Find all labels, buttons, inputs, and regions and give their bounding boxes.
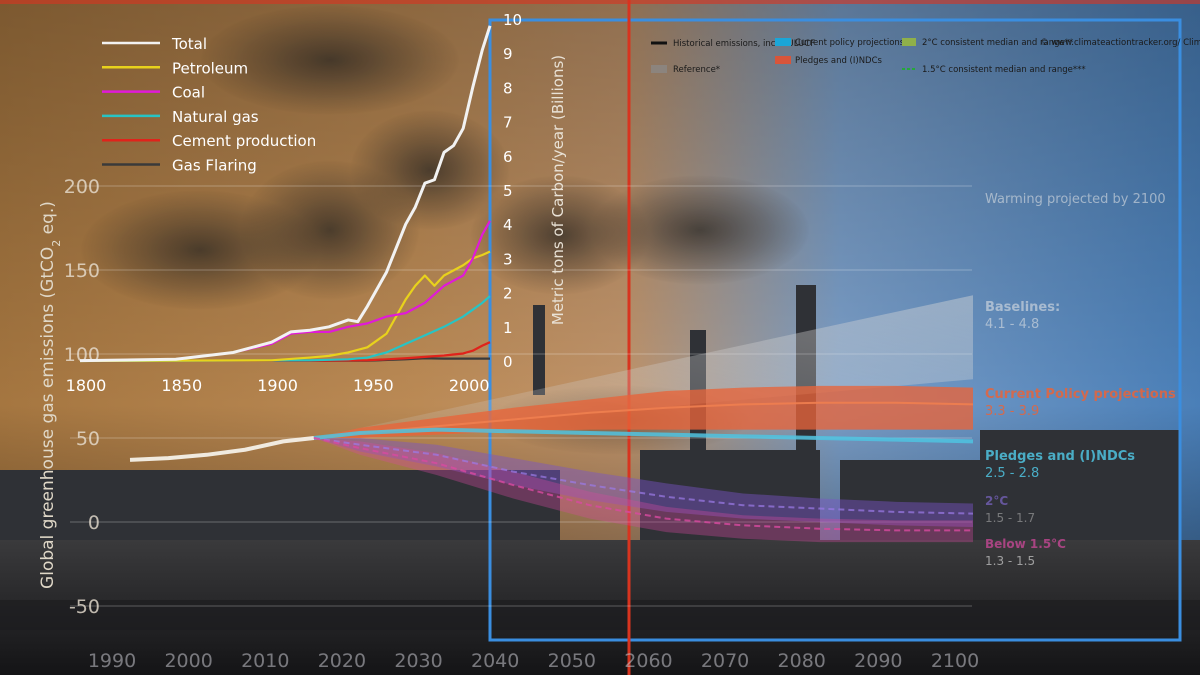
ghg-x-tick: 2020	[318, 650, 366, 672]
legend-label-gas-flaring: Gas Flaring	[172, 157, 257, 175]
annotation-baselines-value: 4.1 - 4.8	[985, 317, 1039, 332]
carbon-x-tick: 1850	[161, 376, 202, 395]
carbon-y-tick: 7	[503, 114, 513, 132]
carbon-y-tick: 6	[503, 148, 513, 166]
carbon-y-axis-title: Metric tons of Carbon/year (Billions)	[549, 55, 567, 325]
annotation-current-policy-value: 3.3 - 3.9	[985, 404, 1039, 419]
legend-pledges: Pledges and (I)NDCs	[795, 56, 883, 66]
annotation-current-policy-title: Current Policy projections	[985, 387, 1176, 402]
legend-1-5c: 1.5°C consistent median and range***	[922, 65, 1086, 75]
carbon-y-tick: 1	[503, 319, 513, 337]
legend-label-coal: Coal	[172, 84, 205, 102]
ghg-x-tick: 2040	[471, 650, 519, 672]
legend-label-cement-production: Cement production	[172, 132, 316, 150]
emissions-composite-chart: -50050100150200 1990 2000 2010 2020 2030 2040…	[0, 0, 1200, 675]
ghg-x-tick: 2030	[394, 650, 442, 672]
carbon-y-tick: 0	[503, 353, 513, 371]
legend-label-petroleum: Petroleum	[172, 59, 248, 77]
carbon-x-tick: 1900	[257, 376, 298, 395]
legend-reference: Reference*	[673, 65, 720, 75]
ghg-y-tick: 50	[76, 428, 100, 450]
ghg-y-tick: 0	[88, 512, 100, 534]
carbon-y-tick: 2	[503, 285, 513, 303]
ghg-x-tick: 2000	[164, 650, 212, 672]
annotation-warming-title: Warming projected by 2100	[985, 192, 1166, 207]
annotation-1-5c-title: Below 1.5°C	[985, 537, 1066, 551]
annotation-2c-title: 2°C	[985, 494, 1008, 508]
ghg-x-tick: 2070	[701, 650, 749, 672]
ghg-x-tick: 2010	[241, 650, 289, 672]
carbon-y-tick: 10	[503, 11, 522, 29]
annotation-pledges-title: Pledges and (I)NDCs	[985, 449, 1135, 464]
carbon-x-tick: 1800	[66, 376, 107, 395]
carbon-y-tick: 4	[503, 216, 513, 234]
carbon-y-tick: 9	[503, 45, 513, 63]
ghg-y-tick: 100	[64, 344, 100, 366]
ghg-y-tick: -50	[69, 596, 100, 618]
credit-text: © www.climateactiontracker.org/ Climate …	[1040, 38, 1200, 48]
carbon-y-tick: 8	[503, 79, 513, 97]
legend-current-policy: Current policy projections	[795, 38, 905, 48]
annotation-1-5c-value: 1.3 - 1.5	[985, 554, 1035, 568]
carbon-x-tick: 1950	[353, 376, 394, 395]
legend-label-total: Total	[171, 35, 207, 53]
annotation-baselines-title: Baselines:	[985, 300, 1060, 315]
ghg-x-tick: 2050	[548, 650, 596, 672]
legend-label-natural-gas: Natural gas	[172, 108, 259, 126]
ghg-x-tick: 2090	[854, 650, 902, 672]
ghg-x-tick: 2060	[624, 650, 672, 672]
annotation-2c-value: 1.5 - 1.7	[985, 511, 1035, 525]
annotation-pledges-value: 2.5 - 2.8	[985, 466, 1039, 481]
poster-canvas: -50 0 50 100 150 200 1990 2000 2010 2020 2030 2040…	[0, 0, 1200, 675]
carbon-y-tick: 5	[503, 182, 513, 200]
carbon-x-tick: 2000	[449, 376, 490, 395]
ghg-x-tick: 1990	[88, 650, 136, 672]
ghg-y-tick: 200	[64, 176, 100, 198]
ghg-x-tick: 2100	[931, 650, 979, 672]
ghg-x-tick: 2080	[778, 650, 826, 672]
ghg-y-tick: 150	[64, 260, 100, 282]
legend-historical: Historical emissions, incl. LULUCF	[673, 39, 815, 49]
carbon-y-tick: 3	[503, 250, 513, 268]
